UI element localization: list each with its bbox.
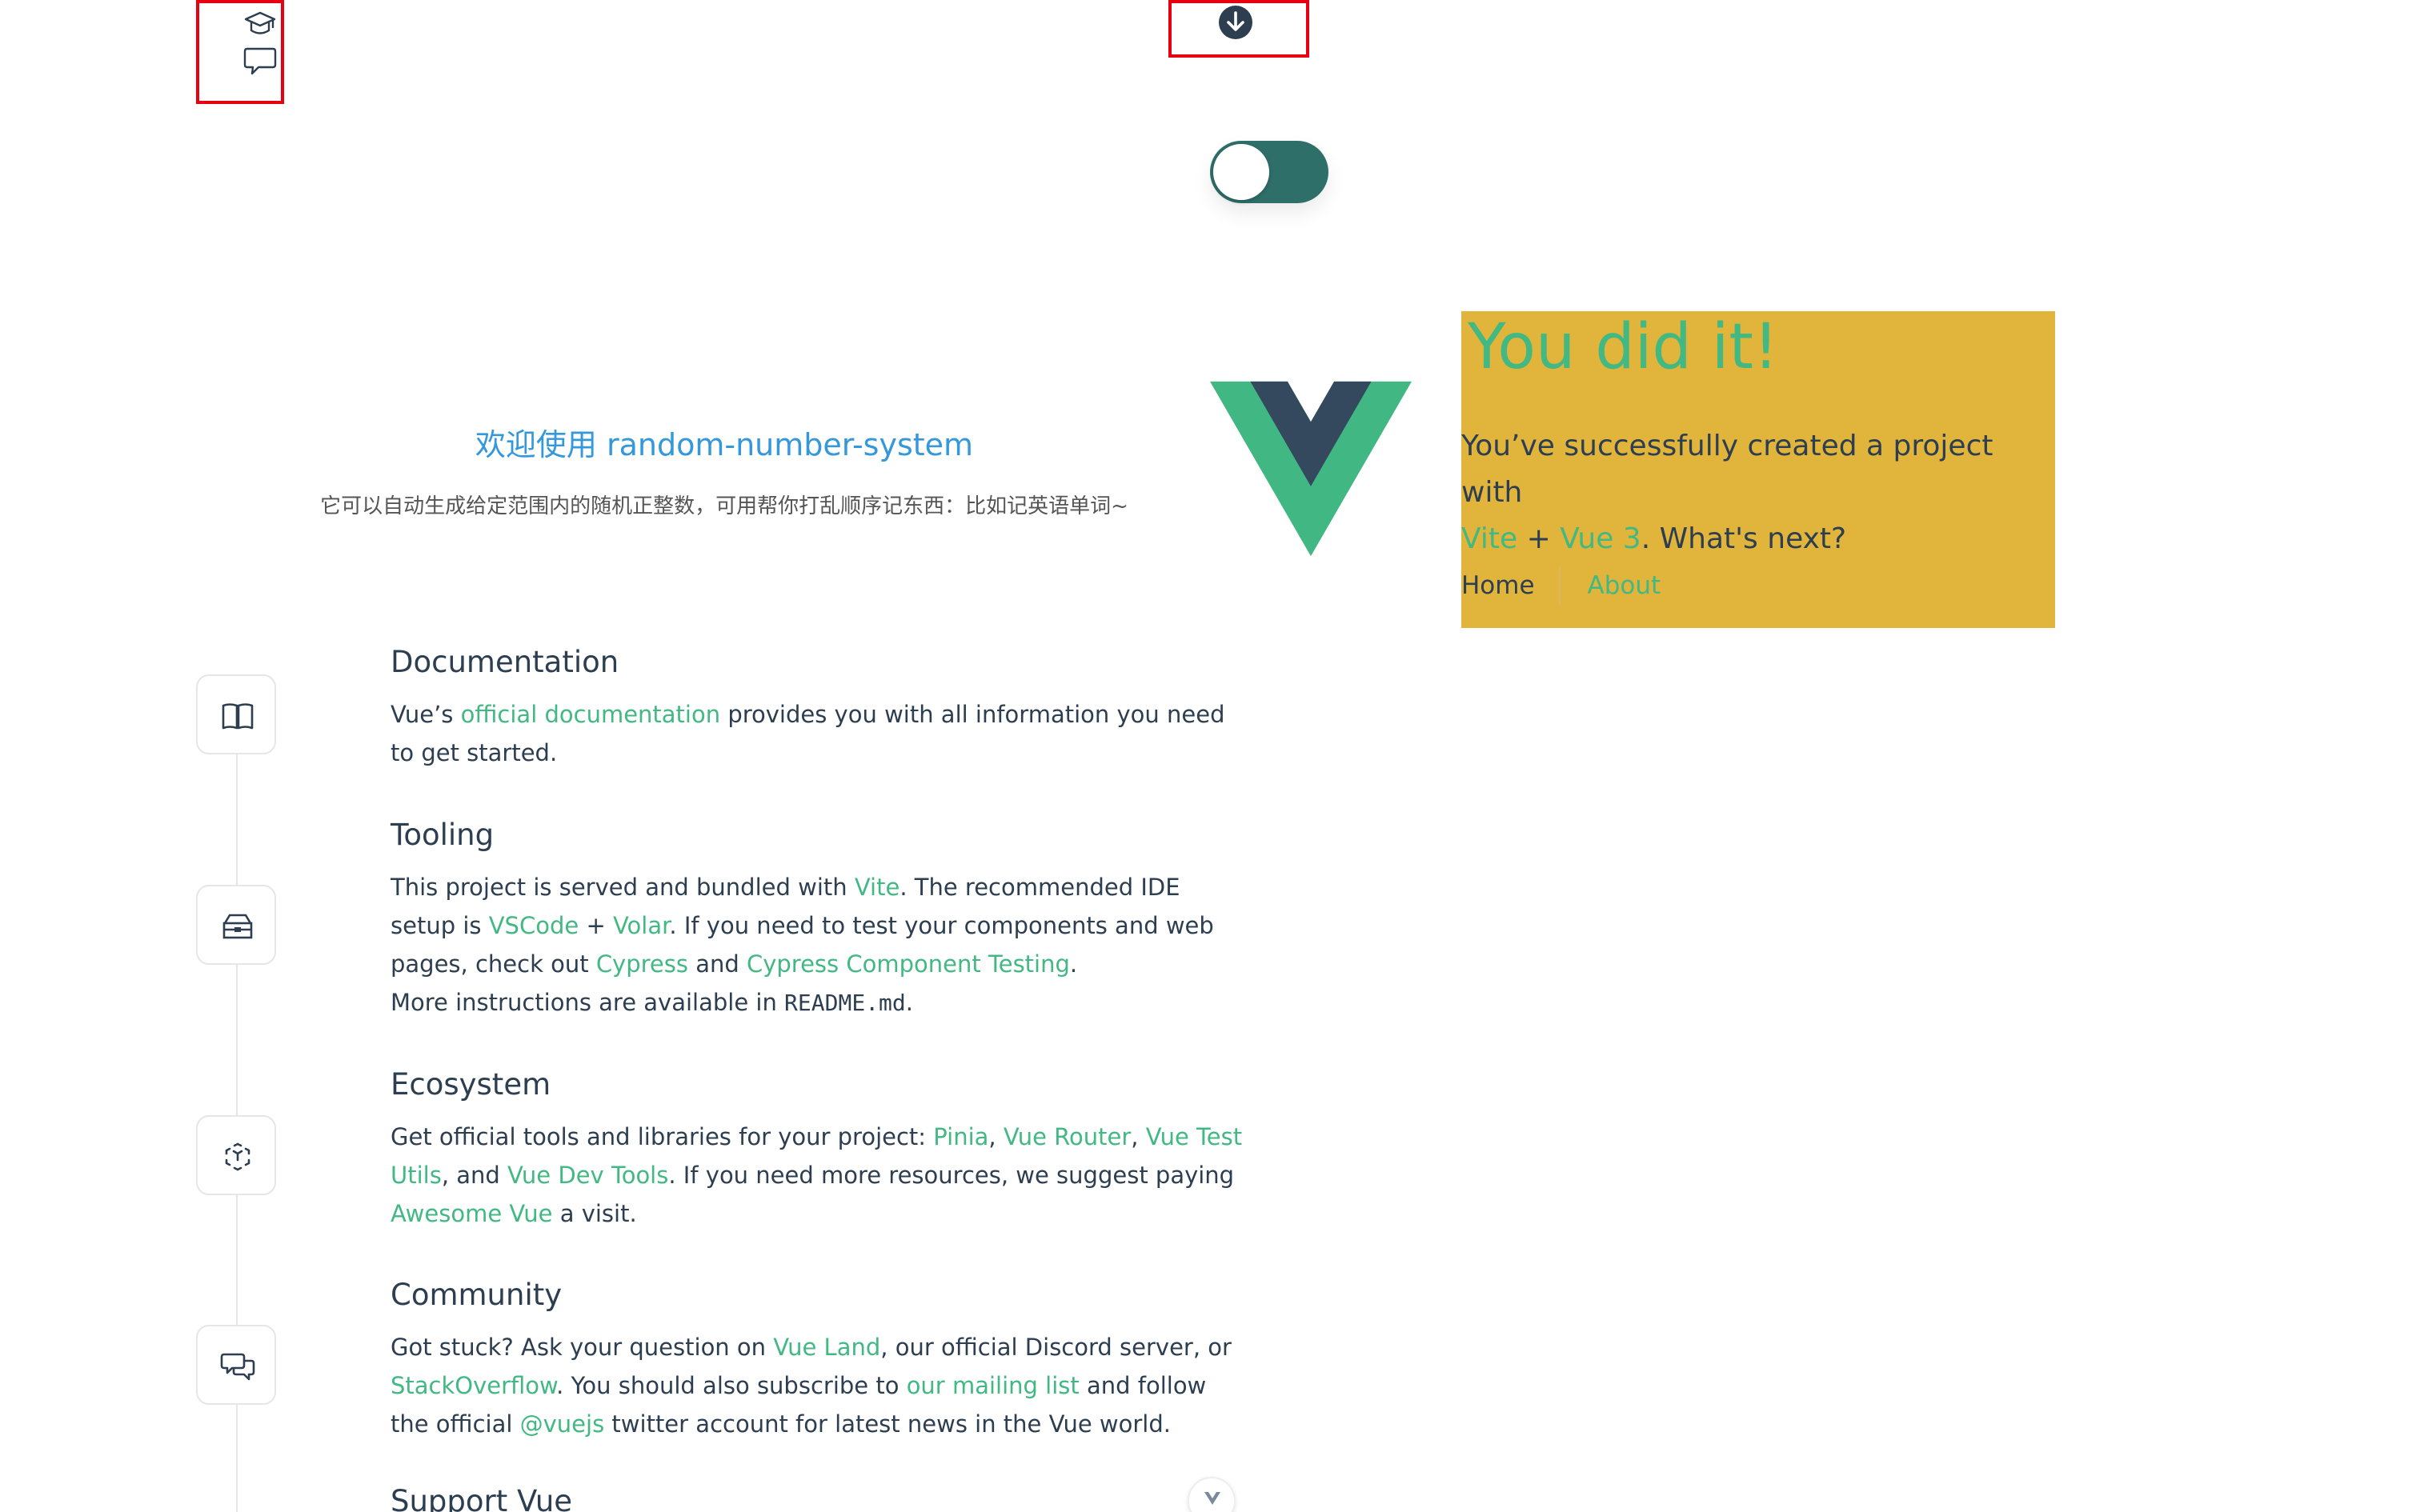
vue3-link[interactable]: Vue 3 bbox=[1560, 522, 1641, 555]
eco-text-1: Get official tools and libraries for you… bbox=[391, 1123, 927, 1150]
ecosystem-text: Get official tools and libraries for you… bbox=[391, 1118, 1247, 1233]
documentation-section: Documentation Vue’s official documentati… bbox=[391, 645, 1247, 772]
theme-toggle[interactable] bbox=[1210, 141, 1328, 203]
nav-home-link[interactable]: Home bbox=[1461, 571, 1559, 600]
hero-heading: You did it! bbox=[1468, 311, 1779, 383]
cube-icon bbox=[225, 1142, 250, 1171]
book-icon bbox=[222, 703, 254, 730]
cypress-link[interactable]: Cypress bbox=[596, 950, 688, 978]
eco-text-5: . If you need more resources, we suggest… bbox=[668, 1162, 1235, 1189]
vite-tooling-link[interactable]: Vite bbox=[855, 874, 899, 901]
main-nav: Home About bbox=[1461, 566, 1661, 606]
vite-link[interactable]: Vite bbox=[1461, 522, 1517, 555]
tooling-section: Tooling This project is served and bundl… bbox=[391, 818, 1247, 1022]
vscode-link[interactable]: VSCode bbox=[489, 912, 579, 939]
hero-text: You’ve successfully created a project wi… bbox=[1461, 423, 2055, 562]
support-section: Support Vue bbox=[391, 1484, 1247, 1512]
ecosystem-icon-box bbox=[196, 1115, 276, 1195]
tooling-and: and bbox=[695, 950, 739, 978]
chevron-down-icon bbox=[1204, 1492, 1220, 1505]
welcome-title: 欢迎使用 random-number-system bbox=[475, 427, 974, 462]
eco-comma-1: , bbox=[988, 1123, 996, 1150]
scroll-down-button[interactable] bbox=[1188, 1477, 1236, 1512]
page: 欢迎使用 random-number-system 它可以自动生成给定范围内的随… bbox=[0, 0, 2420, 1512]
support-title: Support Vue bbox=[391, 1484, 573, 1512]
documentation-title: Documentation bbox=[391, 645, 619, 679]
cypress-component-testing-link[interactable]: Cypress Component Testing bbox=[747, 950, 1070, 978]
ecosystem-title: Ecosystem bbox=[391, 1067, 551, 1102]
hero-plus: + bbox=[1526, 522, 1551, 555]
mailing-list-link[interactable]: our mailing list bbox=[907, 1372, 1080, 1399]
vuejs-twitter-link[interactable]: @vuejs bbox=[520, 1410, 605, 1438]
hero-text-before: You’ve successfully created a project wi… bbox=[1461, 430, 1993, 509]
chat-bubbles-icon bbox=[220, 1353, 255, 1381]
community-section: Community Got stuck? Ask your question o… bbox=[391, 1278, 1247, 1443]
tooling-plus: + bbox=[586, 912, 606, 939]
tooling-text-7: More instructions are available in bbox=[391, 989, 777, 1016]
eco-and: , and bbox=[441, 1162, 500, 1189]
eco-text-6: a visit. bbox=[559, 1200, 637, 1227]
documentation-icon-box bbox=[196, 674, 276, 754]
vue-router-link[interactable]: Vue Router bbox=[1004, 1123, 1131, 1150]
comm-text-5: twitter account for latest news in the V… bbox=[611, 1410, 1171, 1438]
welcome-subtitle: 它可以自动生成给定范围内的随机正整数，可用帮你打乱顺序记东西：比如记英语单词~ bbox=[320, 494, 1128, 518]
vue-dev-tools-link[interactable]: Vue Dev Tools bbox=[507, 1162, 668, 1189]
awesome-vue-link[interactable]: Awesome Vue bbox=[391, 1200, 552, 1227]
stackoverflow-link[interactable]: StackOverflow bbox=[391, 1372, 556, 1399]
top-center-highlight bbox=[1168, 0, 1309, 58]
community-text: Got stuck? Ask your question on Vue Land… bbox=[391, 1328, 1247, 1443]
readme-code: README.md bbox=[784, 990, 906, 1016]
tooling-text: This project is served and bundled with … bbox=[391, 868, 1247, 1022]
toggle-knob bbox=[1213, 144, 1269, 200]
official-documentation-link[interactable]: official documentation bbox=[461, 701, 720, 728]
tooling-period: . bbox=[1069, 950, 1078, 978]
volar-link[interactable]: Volar bbox=[613, 912, 669, 939]
hero-panel: You did it! You’ve successfully created … bbox=[1461, 311, 2055, 628]
tooling-title: Tooling bbox=[391, 818, 495, 852]
doc-text-1: Vue’s bbox=[391, 701, 454, 728]
nav-about-link[interactable]: About bbox=[1561, 571, 1661, 600]
download-arrow-icon[interactable] bbox=[1218, 5, 1253, 40]
documentation-text: Vue’s official documentation provides yo… bbox=[391, 695, 1247, 772]
comm-text-2: , our official Discord server, or bbox=[880, 1334, 1232, 1361]
tooling-period-2: . bbox=[905, 989, 913, 1016]
toolbox-icon bbox=[222, 914, 253, 939]
tooling-icon-box bbox=[196, 885, 276, 965]
community-icon-box bbox=[196, 1325, 276, 1405]
vue-logo bbox=[1210, 381, 1412, 557]
chat-bubble-icon[interactable] bbox=[242, 45, 278, 77]
hero-text-after: . What's next? bbox=[1641, 522, 1847, 555]
comm-text-1: Got stuck? Ask your question on bbox=[391, 1334, 767, 1361]
ecosystem-section: Ecosystem Get official tools and librari… bbox=[391, 1067, 1247, 1233]
tooling-text-1: This project is served and bundled with bbox=[391, 874, 847, 901]
top-left-highlight bbox=[196, 0, 284, 104]
vue-land-link[interactable]: Vue Land bbox=[773, 1334, 880, 1361]
graduation-cap-icon[interactable] bbox=[242, 8, 278, 40]
pinia-link[interactable]: Pinia bbox=[933, 1123, 988, 1150]
comm-text-3: . You should also subscribe to bbox=[556, 1372, 899, 1399]
eco-comma-2: , bbox=[1131, 1123, 1139, 1150]
community-title: Community bbox=[391, 1278, 563, 1312]
